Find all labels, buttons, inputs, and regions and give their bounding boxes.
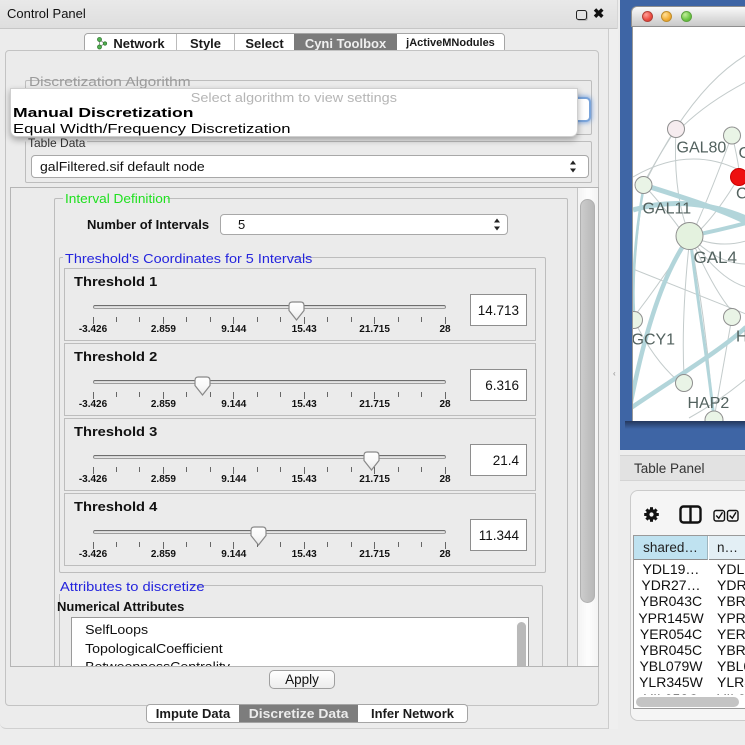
svg-text:GAL11: GAL11 [643,201,692,218]
svg-text:C: C [736,186,745,203]
svg-text:GCY1: GCY1 [633,332,675,349]
svg-text:GAL80: GAL80 [677,140,727,157]
svg-text:HAP2: HAP2 [688,395,730,412]
svg-text:GAL4: GAL4 [694,248,737,267]
svg-text:GA: GA [739,145,745,162]
svg-text:H: H [736,329,745,346]
